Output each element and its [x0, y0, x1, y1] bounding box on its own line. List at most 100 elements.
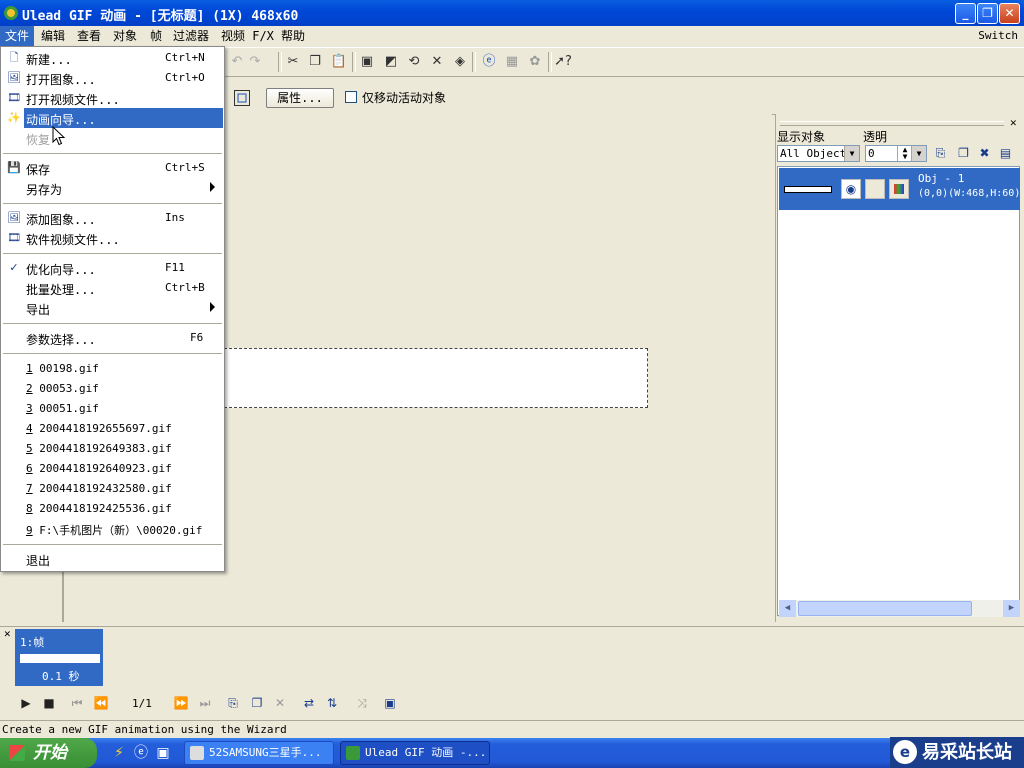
menu-video-fx[interactable]: 视频 F/X: [216, 26, 279, 46]
frame-properties-icon[interactable]: ▣: [381, 694, 399, 712]
web-icon[interactable]: ✿: [526, 53, 544, 71]
visibility-eye-icon[interactable]: ◉: [841, 179, 861, 199]
menu-item-add-video[interactable]: 🎞 软件视频文件...: [1, 228, 224, 248]
optimize-icon[interactable]: ▦: [503, 53, 521, 71]
play-icon[interactable]: ▶: [17, 694, 35, 712]
menu-item-add-image[interactable]: 🖼 添加图象... Ins: [1, 208, 224, 228]
spinner-icon[interactable]: ▲ ▼: [897, 146, 912, 161]
menu-item-save-as[interactable]: 另存为: [1, 178, 224, 198]
frame-preview: [20, 654, 100, 663]
stop-icon[interactable]: ■: [40, 694, 58, 712]
next-frame-icon[interactable]: ⏩: [172, 694, 190, 712]
duplicate-object-icon[interactable]: ❐: [955, 145, 972, 162]
frame-panel-close-icon[interactable]: ✕: [4, 627, 11, 640]
menu-item-new[interactable]: 🗋 新建... Ctrl+N: [1, 48, 224, 68]
quicklaunch-ie-icon[interactable]: ⓔ: [132, 744, 150, 762]
menu-item-save[interactable]: 💾 保存 Ctrl+S: [1, 158, 224, 178]
show-objects-select[interactable]: All Objects ▼: [777, 145, 860, 162]
menu-frame[interactable]: 帧: [145, 26, 167, 46]
resize-canvas-icon[interactable]: ▣: [358, 53, 376, 71]
menu-view[interactable]: 查看: [72, 26, 106, 46]
quicklaunch-lightning-icon[interactable]: ⚡: [110, 744, 128, 762]
task-ulead[interactable]: Ulead GIF 动画 -...: [340, 741, 490, 765]
chevron-down-icon[interactable]: ▼: [844, 146, 859, 161]
color-icon[interactable]: [889, 179, 909, 199]
menu-item-optimize-wizard[interactable]: ✓ 优化向导... F11: [1, 258, 224, 278]
minimize-button[interactable]: _: [955, 3, 976, 24]
menu-help[interactable]: 帮助: [276, 26, 310, 46]
toolbar-separator: [278, 52, 282, 72]
frame-delay[interactable]: 0.1 秒: [42, 668, 80, 684]
chevron-down-icon[interactable]: ▼: [911, 146, 926, 161]
menu-file[interactable]: 文件: [0, 26, 35, 46]
help-pointer-icon[interactable]: ➚?: [554, 53, 572, 71]
scroll-thumb[interactable]: [798, 601, 972, 616]
menu-item-recent-6[interactable]: 6 2004418192640923.gif: [1, 459, 224, 479]
browser-preview-icon[interactable]: ⓔ: [480, 53, 498, 71]
menu-item-recent-1[interactable]: 1 00198.gif: [1, 359, 224, 379]
title-bar[interactable]: Ulead GIF 动画 - [无标题] (1X) 468x60 _ ❐ ✕: [0, 0, 1024, 26]
maximize-button[interactable]: ❐: [977, 3, 998, 24]
scroll-right-icon[interactable]: ▶: [1003, 600, 1020, 617]
object-properties-icon[interactable]: ▤: [997, 145, 1014, 162]
menu-item-open-image[interactable]: 🖼 打开图象... Ctrl+O: [1, 68, 224, 88]
rotate-icon[interactable]: ⟲: [405, 53, 423, 71]
copy-icon[interactable]: ❐: [306, 53, 324, 71]
transparency-input[interactable]: 0 ▲ ▼ ▼: [865, 145, 927, 162]
align-icon[interactable]: [234, 90, 250, 106]
move-active-only-checkbox[interactable]: [345, 91, 357, 103]
close-button[interactable]: ✕: [999, 3, 1020, 24]
tween-frame-icon[interactable]: ⇄: [300, 694, 318, 712]
banner-text-icon[interactable]: ◈: [451, 53, 469, 71]
menu-item-export[interactable]: 导出: [1, 298, 224, 318]
menu-item-recent-2[interactable]: 2 00053.gif: [1, 379, 224, 399]
crop-icon[interactable]: ◩: [382, 53, 400, 71]
undo-icon[interactable]: ↶: [228, 53, 246, 71]
object-list-scrollbar[interactable]: ◀ ▶: [779, 600, 1020, 617]
task-browser[interactable]: 52SAMSUNG三星手...: [184, 741, 334, 765]
delete-object-icon[interactable]: ✖: [976, 145, 993, 162]
app-icon[interactable]: [3, 5, 19, 21]
start-button[interactable]: 开始: [0, 738, 97, 768]
menu-item-recent-9[interactable]: 9 F:\手机图片（新）\00020.gif: [1, 519, 224, 539]
menu-item-animation-wizard[interactable]: 动画向导...: [24, 108, 223, 128]
menu-item-recent-8[interactable]: 8 2004418192425536.gif: [1, 499, 224, 519]
menu-item-recent-5[interactable]: 5 2004418192649383.gif: [1, 439, 224, 459]
move-active-only-label: 仅移动活动对象: [362, 91, 447, 105]
new-object-icon[interactable]: ⎘: [932, 145, 949, 162]
previous-frame-icon[interactable]: ⏪: [92, 694, 110, 712]
menu-filter[interactable]: 过滤器: [168, 26, 214, 46]
menu-object[interactable]: 对象: [108, 26, 142, 46]
image-canvas[interactable]: [224, 348, 648, 408]
menu-item-revert[interactable]: 恢复: [1, 128, 224, 148]
object-list[interactable]: [777, 166, 1020, 616]
tween-icon[interactable]: ✕: [428, 53, 446, 71]
menu-item-recent-4[interactable]: 4 2004418192655697.gif: [1, 419, 224, 439]
menu-item-open-video[interactable]: 🎞 打开视频文件...: [1, 88, 224, 108]
delete-frame-icon[interactable]: ✕: [271, 694, 289, 712]
first-frame-icon[interactable]: ⏮: [68, 694, 86, 712]
lock-toggle[interactable]: [865, 179, 885, 199]
last-frame-icon[interactable]: ⏭: [196, 694, 214, 712]
panel-close-icon[interactable]: ✕: [1010, 116, 1017, 129]
toolbar-separator: [548, 52, 552, 72]
paste-icon[interactable]: 📋: [330, 53, 348, 71]
menu-item-preferences[interactable]: 参数选择... F6: [1, 328, 224, 348]
menu-item-recent-3[interactable]: 3 00051.gif: [1, 399, 224, 419]
menu-edit[interactable]: 编辑: [36, 26, 70, 46]
reverse-frame-icon[interactable]: ⇅: [323, 694, 341, 712]
menu-item-batch[interactable]: 批量处理... Ctrl+B: [1, 278, 224, 298]
add-frame-icon[interactable]: ⎘: [224, 694, 242, 712]
menu-item-recent-7[interactable]: 7 2004418192432580.gif: [1, 479, 224, 499]
sync-frame-icon[interactable]: ⤨: [353, 694, 371, 712]
quicklaunch-desktop-icon[interactable]: ▣: [154, 744, 172, 762]
panel-grip[interactable]: [780, 121, 1004, 126]
redo-icon[interactable]: ↷: [246, 53, 264, 71]
menu-item-exit[interactable]: 退出: [1, 549, 224, 569]
toolbar-separator: [472, 52, 476, 72]
cut-icon[interactable]: ✂: [284, 53, 302, 71]
scroll-left-icon[interactable]: ◀: [779, 600, 796, 617]
switch-link[interactable]: Switch: [978, 29, 1018, 42]
duplicate-frame-icon[interactable]: ❐: [248, 694, 266, 712]
properties-button[interactable]: 属性...: [266, 88, 334, 108]
